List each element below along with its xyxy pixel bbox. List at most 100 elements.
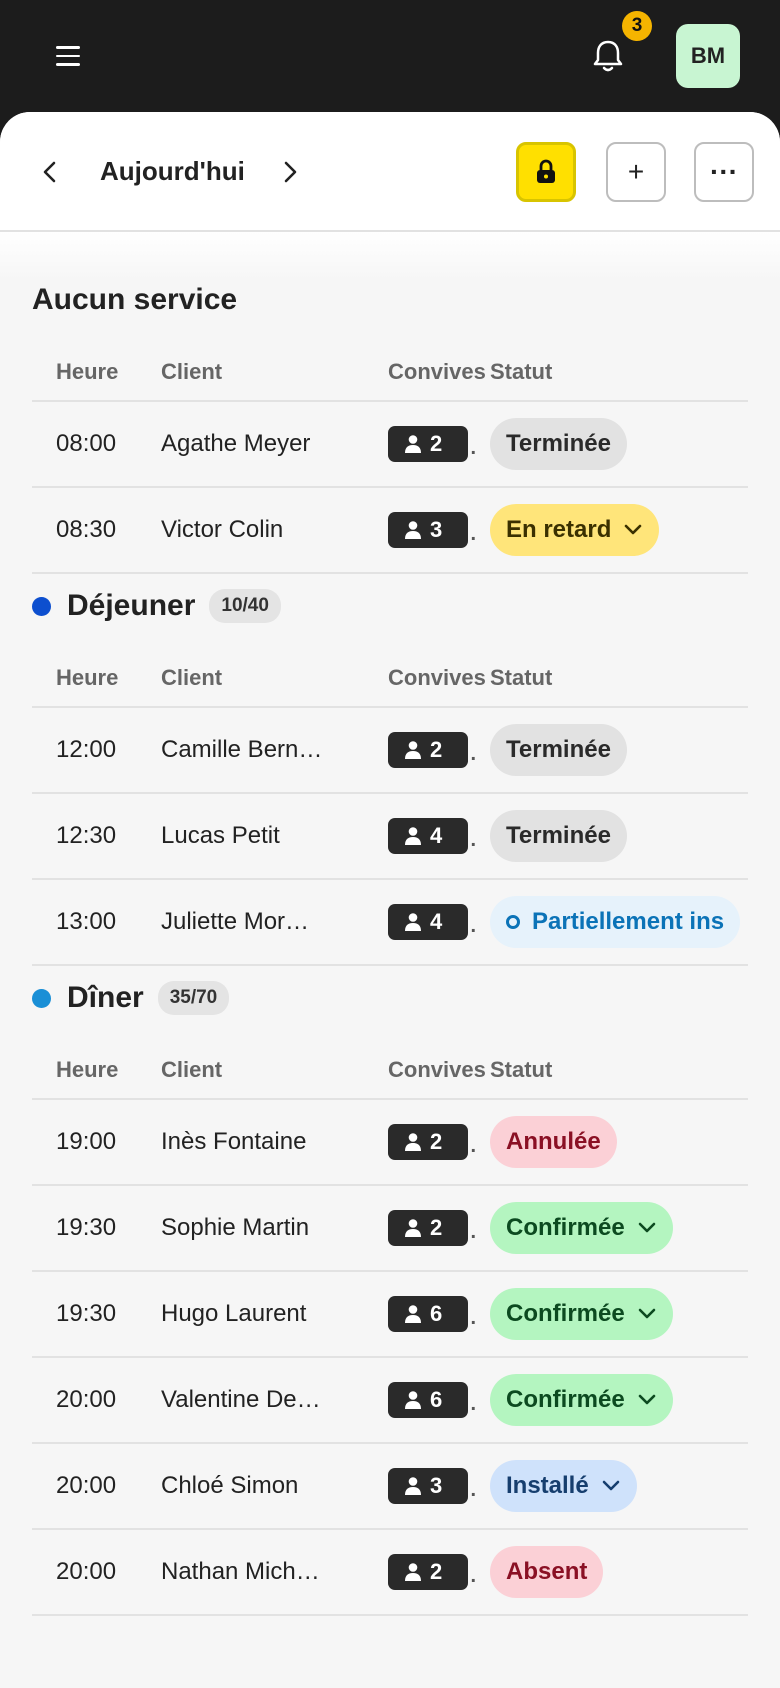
reservation-time: 12:00 <box>56 736 117 763</box>
main-sheet: Aujourd'hui + ··· Aucun service Heure Cl… <box>0 112 780 1688</box>
client-name: Lucas Petit <box>161 822 280 849</box>
reservation-time: 20:00 <box>56 1386 117 1413</box>
guests-badge: 2 <box>388 426 476 462</box>
col-time[interactable]: Heure <box>32 1057 161 1083</box>
status-badge[interactable]: Confirmée <box>490 1288 673 1340</box>
table-row[interactable]: 13:00 Juliette Mor… 4 Partiellement ins <box>32 880 748 966</box>
chevron-down-icon[interactable] <box>637 1222 657 1234</box>
status-badge: Terminée <box>490 418 627 470</box>
reservation-time: 08:30 <box>56 516 117 543</box>
section-header: Aucun service <box>32 274 748 326</box>
client-name: Chloé Simon <box>161 1472 299 1499</box>
guests-count: 2 <box>430 1215 443 1240</box>
col-guests[interactable]: Convives <box>376 665 490 691</box>
notification-badge: 3 <box>622 11 652 41</box>
status-label: Absent <box>506 1558 588 1585</box>
table-row[interactable]: 08:00 Agathe Meyer 2 Terminée <box>32 402 748 488</box>
reservation-table: Heure Client Convives Statut 19:00 Inès … <box>32 1042 748 1616</box>
guests-badge: 6 <box>388 1296 476 1332</box>
guests-count: 2 <box>430 737 443 762</box>
col-status[interactable]: Statut <box>490 665 748 691</box>
table-row[interactable]: 19:30 Sophie Martin 2 Confirmée <box>32 1186 748 1272</box>
status-badge[interactable]: Confirmée <box>490 1374 673 1426</box>
service-dot <box>32 988 51 1008</box>
chevron-down-icon[interactable] <box>623 524 643 536</box>
status-label: Terminée <box>506 822 611 849</box>
table-row[interactable]: 20:00 Chloé Simon 3 Installé <box>32 1444 748 1530</box>
chevron-down-icon[interactable] <box>601 1480 621 1492</box>
chevron-right-icon[interactable] <box>272 152 308 192</box>
status-label: Confirmée <box>506 1386 625 1413</box>
table-row[interactable]: 19:30 Hugo Laurent 6 Confirmée <box>32 1272 748 1358</box>
reservation-table: Heure Client Convives Statut 08:00 Agath… <box>32 344 748 574</box>
reservation-time: 19:00 <box>56 1128 117 1155</box>
chevron-left-icon[interactable] <box>32 152 68 192</box>
status-badge: Terminée <box>490 810 627 862</box>
guests-badge: 6 <box>388 1382 476 1418</box>
lock-button[interactable] <box>516 142 576 202</box>
client-name: Sophie Martin <box>161 1214 310 1241</box>
guests-badge: 2 <box>388 1554 476 1590</box>
add-button[interactable]: + <box>606 142 666 202</box>
client-name: Valentine De… <box>161 1386 321 1413</box>
guests-count: 6 <box>430 1387 443 1412</box>
guests-badge: 3 <box>388 512 476 548</box>
person-icon <box>405 1477 421 1495</box>
reservation-time: 13:00 <box>56 908 117 935</box>
col-time[interactable]: Heure <box>32 359 161 385</box>
col-status[interactable]: Statut <box>490 359 748 385</box>
reservation-time: 12:30 <box>56 822 117 849</box>
col-client[interactable]: Client <box>161 665 376 691</box>
status-badge: Annulée <box>490 1116 617 1168</box>
col-guests[interactable]: Convives <box>376 359 490 385</box>
table-row[interactable]: 08:30 Victor Colin 3 En retard <box>32 488 748 574</box>
person-icon <box>405 741 421 759</box>
status-label: Installé <box>506 1472 589 1499</box>
status-dot-icon <box>506 915 520 929</box>
guests-badge: 4 <box>388 904 476 940</box>
status-badge[interactable]: Installé <box>490 1460 637 1512</box>
status-label: Annulée <box>506 1128 601 1155</box>
reservation-time: 20:00 <box>56 1472 117 1499</box>
client-name: Nathan Mich… <box>161 1558 320 1585</box>
reservation-time: 19:30 <box>56 1214 117 1241</box>
guests-count: 2 <box>430 431 443 456</box>
guests-badge: 2 <box>388 1210 476 1246</box>
status-label: Confirmée <box>506 1300 625 1327</box>
section-title: Aucun service <box>32 283 238 316</box>
section-title: Déjeuner <box>67 589 196 622</box>
status-badge[interactable]: Confirmée <box>490 1202 673 1254</box>
col-time[interactable]: Heure <box>32 665 161 691</box>
guests-count: 4 <box>430 823 443 848</box>
table-row[interactable]: 20:00 Nathan Mich… 2 Absent <box>32 1530 748 1616</box>
person-icon <box>405 1305 421 1323</box>
table-header: Heure Client Convives Statut <box>32 1042 748 1100</box>
col-status[interactable]: Statut <box>490 1057 748 1083</box>
col-client[interactable]: Client <box>161 359 376 385</box>
person-icon <box>405 827 421 845</box>
chevron-down-icon[interactable] <box>637 1308 657 1320</box>
avatar[interactable]: BM <box>676 24 740 88</box>
lock-icon <box>537 159 555 183</box>
client-name: Victor Colin <box>161 516 284 543</box>
reservation-list: Aucun service Heure Client Convives Stat… <box>0 274 780 1616</box>
status-badge: Terminée <box>490 724 627 776</box>
status-badge: Partiellement ins <box>490 896 741 948</box>
col-client[interactable]: Client <box>161 1057 376 1083</box>
status-badge: Absent <box>490 1546 604 1598</box>
status-label: Partiellement ins <box>532 908 725 935</box>
current-date-label[interactable]: Aujourd'hui <box>100 156 245 187</box>
status-badge[interactable]: En retard <box>490 504 660 556</box>
chevron-down-icon[interactable] <box>637 1394 657 1406</box>
status-label: En retard <box>506 516 612 543</box>
table-row[interactable]: 19:00 Inès Fontaine 2 Annulée <box>32 1100 748 1186</box>
col-guests[interactable]: Convives <box>376 1057 490 1083</box>
table-row[interactable]: 12:30 Lucas Petit 4 Terminée <box>32 794 748 880</box>
table-header: Heure Client Convives Statut <box>32 650 748 708</box>
more-button[interactable]: ··· <box>694 142 754 202</box>
menu-icon[interactable] <box>50 38 86 74</box>
table-row[interactable]: 12:00 Camille Bern… 2 Terminée <box>32 708 748 794</box>
table-row[interactable]: 20:00 Valentine De… 6 Confirmée <box>32 1358 748 1444</box>
bell-icon[interactable] <box>586 36 630 76</box>
section-header: Dîner 35/70 <box>32 972 748 1024</box>
